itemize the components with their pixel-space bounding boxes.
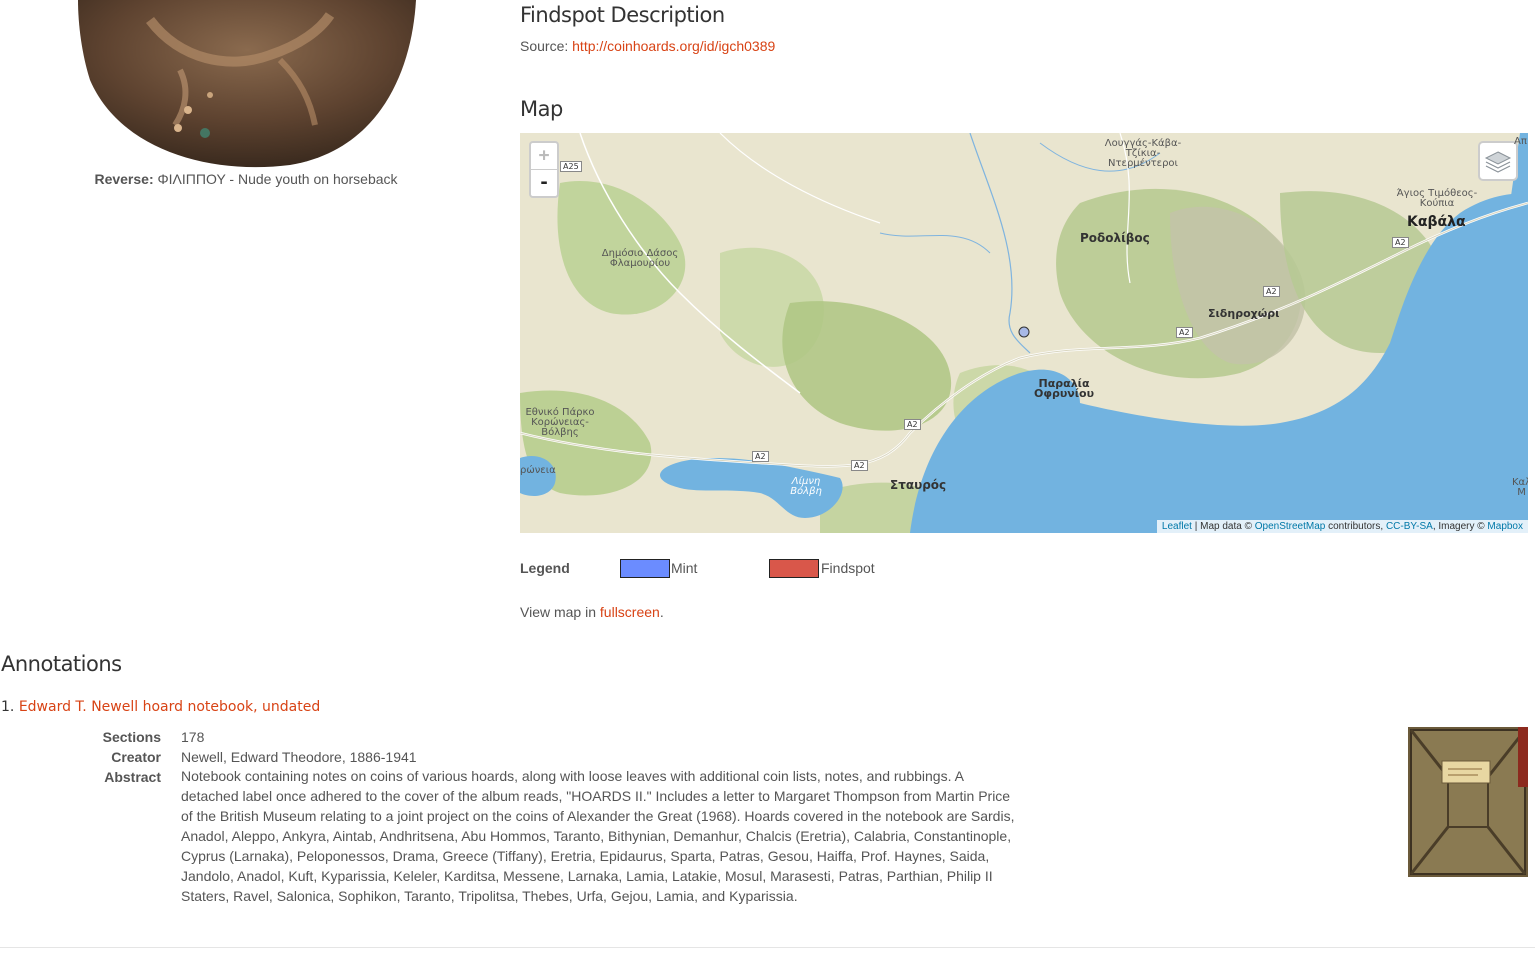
place-label: Παραλία Οφρυνίου [1034, 377, 1095, 400]
annotation-item-title: 1. Edward T. Newell hoard notebook, unda… [1, 699, 320, 715]
findspot-label: Findspot [821, 560, 875, 576]
layers-button[interactable] [1478, 141, 1518, 181]
legend-label: Legend [520, 560, 570, 576]
map-attribution: Leaflet | Map data © OpenStreetMap contr… [1156, 520, 1528, 533]
abstract-text: Notebook containing notes on coins of va… [181, 768, 1015, 904]
coin-reverse-image [78, 0, 416, 168]
reverse-caption: Reverse: ΦΙΛΙΠΠΟΥ - Nude youth on horseb… [0, 171, 492, 187]
view-map-suffix: . [659, 604, 664, 620]
road-shield: A2 [904, 419, 921, 430]
fullscreen-link[interactable]: fullscreen [600, 604, 660, 620]
place-label: Δημόσιο Δάσος Φλαμουρίου [601, 248, 679, 269]
mapbox-link[interactable]: Mapbox [1487, 521, 1523, 532]
findspot-swatch [769, 559, 819, 578]
bottom-divider [0, 947, 1535, 948]
sections-link[interactable]: 178 [181, 729, 204, 745]
road-shield: A2 [1392, 237, 1409, 248]
sections-label: Sections [102, 729, 161, 745]
road-shield: A2 [1176, 327, 1193, 338]
osm-link[interactable]: OpenStreetMap [1255, 521, 1326, 532]
place-label: Ροδολίβος [1080, 231, 1150, 245]
view-map-prefix: View map in [520, 604, 600, 620]
place-label: Απ [1514, 136, 1527, 147]
annotation-number: 1. [1, 699, 15, 715]
view-map-line: View map in fullscreen. [520, 604, 664, 620]
attribution-text: contributors, [1325, 521, 1386, 532]
zoom-in-button[interactable]: + [531, 143, 557, 170]
leaflet-link[interactable]: Leaflet [1162, 521, 1192, 532]
abstract-label: Abstract [104, 769, 161, 785]
map-heading: Map [520, 97, 563, 121]
leaflet-map[interactable]: + - Λουγγάς-Κάβα- Τζίκια- Ντερμέντεροι Δ… [520, 133, 1528, 533]
findspot-source: Source: http://coinhoards.org/id/igch038… [520, 38, 775, 54]
road-shield: A2 [1263, 286, 1280, 297]
reverse-text: ΦΙΛΙΠΠΟΥ - Nude youth on horseback [157, 171, 398, 187]
findspot-heading: Findspot Description [520, 3, 725, 27]
place-label: Λίμνη Βόλβη [790, 476, 822, 497]
annotation-link[interactable]: Edward T. Newell hoard notebook, undated [19, 699, 320, 715]
attribution-text: | Map data © [1191, 521, 1255, 532]
license-link[interactable]: CC-BY-SA [1386, 521, 1433, 532]
creator-link[interactable]: Newell, Edward Theodore, 1886-1941 [181, 749, 417, 765]
place-label: Λουγγάς-Κάβα- Τζίκια- Ντερμέντεροι [1104, 138, 1182, 169]
place-label: Άγιος Τιμόθεος- Κούπια [1396, 188, 1478, 209]
source-link[interactable]: http://coinhoards.org/id/igch0389 [572, 38, 775, 54]
place-label: Σιδηροχώρι [1208, 307, 1280, 320]
source-label: Source: [520, 38, 569, 54]
place-label: ρώνεια [520, 465, 556, 476]
road-shield: A2 [752, 451, 769, 462]
notebook-thumbnail[interactable] [1408, 727, 1528, 877]
place-label: Εθνικό Πάρκο Κορώνειας- Βόλβης [525, 407, 595, 438]
zoom-control: + - [529, 141, 559, 198]
place-label: Σταυρός [890, 478, 947, 492]
zoom-out-button[interactable]: - [531, 170, 557, 196]
attribution-text: , Imagery © [1432, 521, 1488, 532]
map-tiles [520, 133, 1528, 533]
road-shield: A2 [851, 460, 868, 471]
place-label: Καλ Μ [1512, 477, 1528, 498]
mint-swatch [620, 559, 670, 578]
mint-label: Mint [671, 560, 698, 576]
creator-label: Creator [111, 749, 161, 765]
road-shield: A25 [560, 161, 582, 172]
annotations-heading: Annotations [1, 652, 122, 676]
place-label: Καβάλα [1407, 214, 1466, 230]
layers-icon [1484, 151, 1512, 173]
reverse-label: Reverse: [94, 171, 154, 187]
